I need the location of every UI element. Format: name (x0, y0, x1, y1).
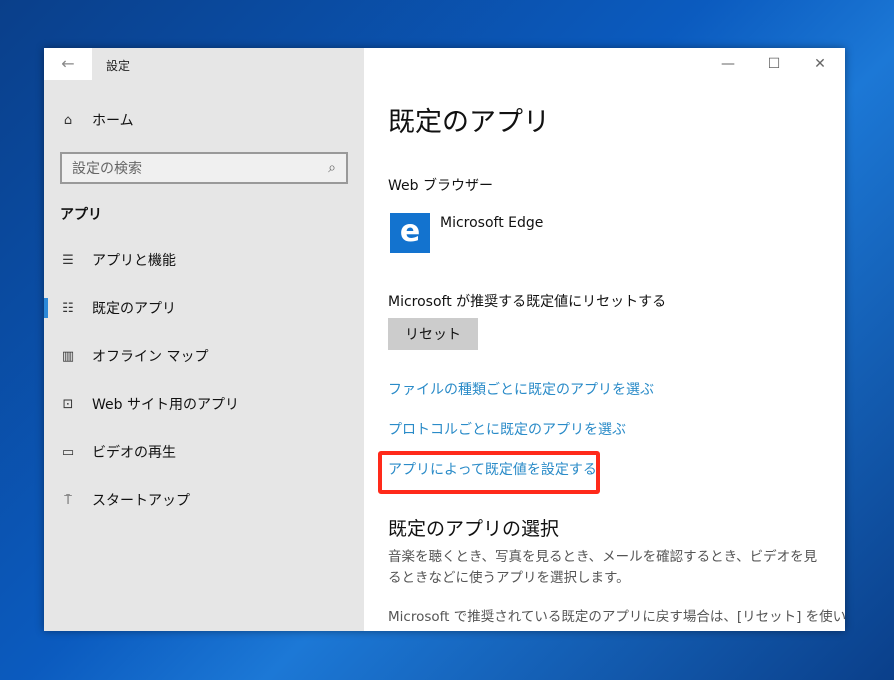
reset-label: Microsoft が推奨する既定値にリセットする (388, 294, 667, 310)
list-icon: ☰ (62, 252, 74, 268)
nav-label: 既定のアプリ (92, 301, 176, 317)
nav-label: ビデオの再生 (92, 445, 176, 461)
sidebar: ← 設定 ⌂ ホーム 設定の検索 ⌕ アプリ ☰ アプリと機能 ☷ 既定のアプリ ▥ オフ… (44, 48, 364, 631)
back-arrow-icon: ← (61, 54, 75, 73)
home-icon: ⌂ (63, 112, 73, 128)
sidebar-item-offline-maps[interactable]: ▥ オフライン マップ (44, 341, 364, 371)
search-input[interactable]: 設定の検索 ⌕ (60, 152, 348, 184)
link-by-file-type[interactable]: ファイルの種類ごとに既定のアプリを選ぶ (388, 379, 654, 399)
sidebar-item-startup[interactable]: ⍑ スタートアップ (44, 485, 364, 515)
browser-app-button[interactable]: Microsoft Edge (440, 215, 543, 231)
highlight-box (378, 451, 600, 494)
section-heading: アプリ (60, 207, 102, 223)
sidebar-item-apps-features[interactable]: ☰ アプリと機能 (44, 245, 364, 275)
minimize-button[interactable]: — (705, 48, 751, 80)
sidebar-item-web-apps[interactable]: ⊡ Web サイト用のアプリ (44, 389, 364, 419)
search-placeholder: 設定の検索 (72, 161, 142, 177)
sidebar-item-home[interactable]: ⌂ ホーム (60, 110, 134, 130)
map-download-icon: ▥ (61, 348, 75, 364)
close-icon: ✕ (814, 56, 826, 72)
browser-label: Web ブラウザー (388, 178, 493, 194)
web-link-icon: ⊡ (62, 396, 74, 412)
maximize-button[interactable]: ☐ (751, 48, 797, 80)
video-icon: ▭ (61, 444, 75, 460)
sidebar-item-video[interactable]: ▭ ビデオの再生 (44, 437, 364, 467)
default-apps-icon: ☷ (62, 300, 74, 316)
page-title: 既定のアプリ (388, 107, 550, 138)
nav-label: アプリと機能 (92, 253, 176, 269)
choose-title: 既定のアプリの選択 (388, 518, 560, 540)
maximize-icon: ☐ (767, 56, 781, 72)
reset-button[interactable]: リセット (388, 318, 478, 350)
sidebar-item-default-apps[interactable]: ☷ 既定のアプリ (44, 293, 364, 323)
reset-description: Microsoft で推奨されている既定のアプリに戻す場合は、[リセット] を使… (388, 609, 845, 625)
nav-label: オフライン マップ (92, 349, 209, 365)
home-label: ホーム (92, 113, 134, 129)
window-title: 設定 (106, 59, 131, 73)
minimize-icon: — (721, 56, 735, 72)
search-icon: ⌕ (328, 160, 336, 176)
close-button[interactable]: ✕ (797, 48, 843, 80)
nav-label: スタートアップ (92, 493, 190, 509)
startup-icon: ⍑ (64, 492, 72, 508)
nav-label: Web サイト用のアプリ (92, 397, 239, 413)
choose-description: 音楽を聴くとき、写真を見るとき、メールを確認するとき、ビデオを見るときなどに使う… (388, 549, 818, 586)
back-button[interactable]: ← (44, 48, 92, 80)
settings-window: ← 設定 ⌂ ホーム 設定の検索 ⌕ アプリ ☰ アプリと機能 ☷ 既定のアプリ ▥ オフ… (44, 48, 845, 631)
link-by-protocol[interactable]: プロトコルごとに既定のアプリを選ぶ (388, 419, 626, 439)
edge-icon[interactable]: e (390, 213, 430, 253)
